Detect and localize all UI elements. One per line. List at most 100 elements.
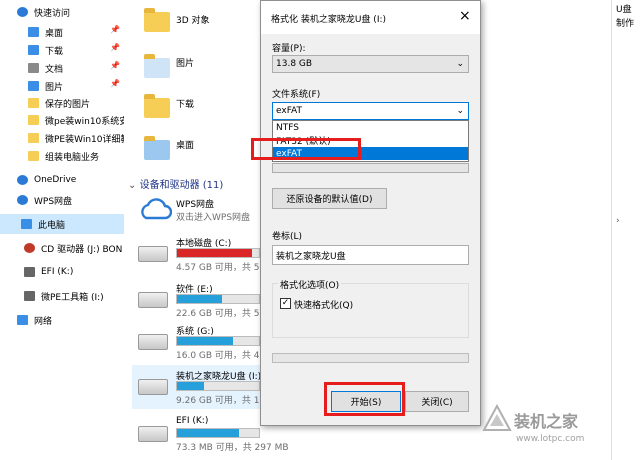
dialog-titlebar: 格式化 装机之家晓龙U盘 (I:) × [261,1,480,34]
details-pane: U盘 制作 › [611,0,640,460]
drive-usage-bar [176,381,260,391]
sidebar-item-1[interactable]: 桌面 📌 [0,22,124,42]
capacity-label: 容量(P): [272,44,306,54]
pin-icon: 📌 [110,43,120,52]
sidebar-item-label: 快速访问 [34,8,71,19]
capacity-select[interactable]: 13.8 GB ⌄ [272,55,469,73]
drive-usage-bar [176,294,260,304]
sidebar-item-15[interactable]: 网络 [0,310,124,330]
sidebar-item-12[interactable]: CD 驱动器 (J:) BON [0,238,124,258]
dialog-title: 格式化 装机之家晓龙U盘 (I:) [271,15,387,25]
restore-defaults-button[interactable]: 还原设备的默认值(D) [272,188,387,209]
highlight-exfat [251,138,361,160]
drive-free-space: 73.3 MB 可用，共 297 MB [176,443,289,453]
star-icon [17,7,28,17]
allocation-size-select[interactable] [272,163,469,173]
details-line-1: U盘 [616,5,632,15]
pc-icon [21,219,32,229]
sidebar-item-0[interactable]: 快速访问 [0,2,124,22]
quick-format-label: 快速格式化(Q) [294,301,354,311]
filesystem-value: exFAT [276,106,303,116]
highlight-start [324,382,405,416]
folder-label: 图片 [176,59,195,69]
close-button[interactable]: 关闭(C) [405,391,469,412]
sidebar-item-label: 下载 [45,46,64,57]
wps-sub: 双击进入WPS网盘 [176,213,251,223]
watermark-brand: 装机之家 [514,412,579,431]
sidebar-item-8[interactable]: 组装电脑业务 [0,146,124,166]
pin-icon: 📌 [110,61,120,70]
sidebar-item-label: 微pe装win10系统安 [45,116,124,127]
drive-usage-bar [176,336,260,346]
sidebar-item-9[interactable]: OneDrive [0,170,124,190]
filesystem-select[interactable]: exFAT ⌄ [272,102,469,120]
filesystem-label: 文件系统(F) [272,90,321,100]
watermark-url: www.lotpc.com [516,434,585,444]
sidebar-item-label: 此电脑 [38,220,66,231]
format-dialog: 格式化 装机之家晓龙U盘 (I:) × 容量(P): 13.8 GB ⌄ 文件系… [260,0,481,426]
sidebar-item-11[interactable]: 此电脑 [0,214,124,234]
cloud-icon [17,195,28,205]
sidebar-item-label: 保存的图片 [45,99,91,110]
close-icon[interactable]: × [459,8,471,24]
sidebar-item-label: WPS网盘 [34,196,73,207]
sidebar-item-label: 桌面 [45,28,64,39]
folder-icon [28,151,39,161]
sidebar-item-label: 图片 [45,82,64,93]
cloud-icon [17,175,28,185]
volume-label-value: 装机之家晓龙U盘 [276,251,346,262]
drive-usage-bar [176,428,260,438]
drive-usage-fill [177,429,239,437]
sidebar-item-7[interactable]: 微PE装Win10详细教 [0,128,124,148]
drive-free-space: 9.26 GB 可用，共 13 [176,396,266,406]
volume-label-input[interactable]: 装机之家晓龙U盘 [272,245,469,265]
section-header-devices[interactable]: ⌄ 设备和驱动器 (11) [128,176,223,191]
drive-icon [138,426,168,442]
drive-icon [138,246,168,262]
drive-icon [138,379,168,395]
desktop-folder-icon [144,136,170,160]
quick-format-checkbox[interactable]: ✓ [280,298,291,309]
sidebar-item-label: CD 驱动器 (J:) BON [41,244,123,255]
sidebar-item-6[interactable]: 微pe装win10系统安 [0,110,124,130]
picture-icon [144,54,170,78]
folder-icon [28,115,39,125]
option-ntfs[interactable]: NTFS [273,121,468,134]
watermark: 装机之家 www.lotpc.com [482,404,638,456]
sidebar-item-13[interactable]: EFI (K:) [0,262,124,282]
chevron-right-icon[interactable]: › [616,216,620,226]
drive-usage-fill [177,295,223,303]
folder-icon [144,8,170,32]
drive-name: EFI (K:) [176,416,209,426]
wps-name: WPS网盘 [176,200,215,210]
picture-icon [28,81,39,91]
drive-usage-bar [176,248,260,258]
cloud-icon [141,198,172,220]
drive-free-space: 22.6 GB 可用，共 50 [176,309,266,319]
cd-icon [24,243,35,253]
sidebar-item-label: 网络 [34,316,53,327]
folder-label: 3D 对象 [176,16,210,26]
drive-usage-fill [177,382,205,390]
sidebar-item-3[interactable]: 文档 📌 [0,58,124,78]
download-folder-icon [144,94,170,118]
sidebar-item-label: OneDrive [34,175,77,185]
sidebar-item-10[interactable]: WPS网盘 [0,190,124,210]
sidebar-item-label: 文档 [45,64,64,75]
sidebar-item-14[interactable]: 微PE工具箱 (I:) [0,286,124,306]
chevron-down-icon: ⌄ [128,180,137,191]
sidebar-item-2[interactable]: 下载 📌 [0,40,124,60]
drive-icon [24,291,35,301]
pin-icon: 📌 [110,25,120,34]
sidebar-item-label: 微PE装Win10详细教 [45,134,124,145]
drive-usage-fill [177,337,233,345]
desktop-icon [28,27,39,37]
volume-label-label: 卷标(L) [272,232,303,242]
drive-free-space: 4.57 GB 可用，共 58 [176,263,266,273]
drive-free-space: 16.0 GB 可用，共 49 [176,351,266,361]
navigation-pane: 快速访问 桌面 📌 下载 📌 文档 📌 图片 📌 保存的图片 微pe装win10系统安 微PE装Win… [0,0,124,460]
drive-icon [138,292,168,308]
sidebar-item-label: 微PE工具箱 (I:) [41,292,104,303]
sidebar-item-label: EFI (K:) [41,267,74,277]
section-header-label: 设备和驱动器 (11) [139,180,224,191]
